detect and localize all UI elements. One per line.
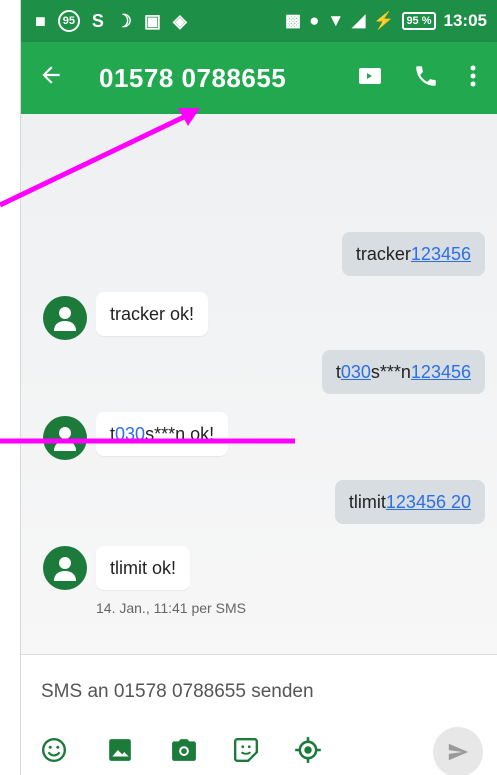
message-link[interactable]: 123456 [411,244,471,264]
image-icon[interactable] [105,735,135,765]
phone-screen: ■ 95 S ☽ ▣ ◈ ▩ ● ▼ ◢ ⚡ 95 % 13:05 01578 … [20,0,497,775]
message-link[interactable]: 030 [115,424,145,444]
charging-icon: ⚡ [373,11,395,30]
outgoing-message[interactable]: t030s***n123456 [321,350,485,394]
status-bar: ■ 95 S ☽ ▣ ◈ ▩ ● ▼ ◢ ⚡ 95 % 13:05 [21,0,497,42]
message-input[interactable]: SMS an 01578 0788655 senden [41,681,314,703]
bulb-icon: ☽ [115,10,133,31]
badge-icon: 95 [57,10,80,32]
outgoing-message[interactable]: tlimit123456 20 [334,480,485,524]
wifi-icon: ▼ [327,11,345,30]
cell-signal-icon: ◢ [352,11,366,30]
phone-icon[interactable] [413,63,439,94]
app-icon: ▣ [144,10,162,31]
message-link[interactable]: 123456 20 [386,492,471,512]
incoming-message[interactable]: tlimit ok! [96,546,191,590]
chat-notification-icon: ■ [35,10,46,31]
notification-icons: ■ 95 S ☽ ▣ ◈ [21,10,187,32]
cast-icon: ▩ [285,11,302,30]
system-icons: ▩ ● ▼ ◢ ⚡ 95 % 13:05 [285,11,497,31]
message-timestamp: 14. Jan., 11:41 per SMS [96,600,246,616]
contact-avatar[interactable] [43,416,87,460]
compose-bar: SMS an 01578 0788655 senden [21,654,497,775]
send-icon [448,743,469,761]
s-notification-icon: S [91,10,104,31]
contact-avatar[interactable] [43,546,87,590]
message-link[interactable]: 030 [341,362,371,382]
clock: 13:05 [443,11,487,30]
signal-app-icon: ◈ [173,10,187,31]
incoming-message[interactable]: tracker ok! [96,292,209,336]
emoji-icon[interactable] [39,735,69,765]
message-list[interactable]: tracker123456 tracker ok! t030s***n12345… [21,114,497,654]
location-icon[interactable] [293,735,323,765]
app-bar-actions [357,63,497,94]
video-call-icon[interactable] [357,65,383,92]
send-button[interactable] [433,727,483,775]
outgoing-message[interactable]: tracker123456 [341,232,485,276]
back-arrow-icon[interactable] [21,62,81,95]
incoming-message[interactable]: t030s***n ok! [96,412,229,456]
camera-icon[interactable] [169,735,199,765]
app-bar: 01578 0788655 [21,42,497,114]
more-vert-icon[interactable] [469,63,477,94]
message-link[interactable]: 123456 [411,362,471,382]
contact-avatar[interactable] [43,296,87,340]
location-status-icon: ● [309,11,320,30]
sticker-icon[interactable] [231,735,261,765]
battery-icon: 95 % [402,12,436,30]
conversation-title: 01578 0788655 [99,62,287,93]
